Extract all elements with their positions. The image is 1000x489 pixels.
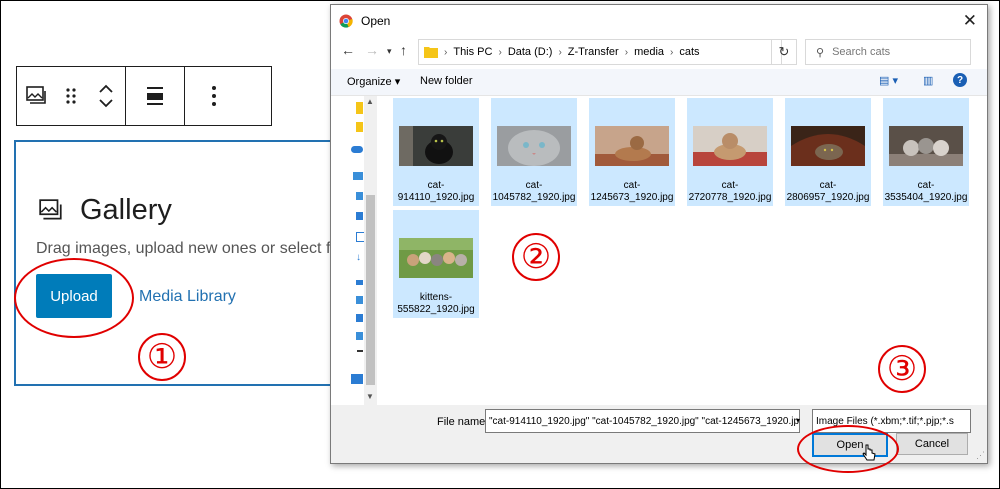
file-item[interactable]: cat-914110_1920.jpg xyxy=(393,98,479,206)
file-name-input[interactable]: "cat-914110_1920.jpg" "cat-1045782_1920.… xyxy=(485,409,800,433)
gallery-instructions: Drag images, upload new ones or select f… xyxy=(36,240,336,257)
file-item[interactable]: cat-1045782_1920.jpg xyxy=(491,98,577,206)
breadcrumb-item[interactable]: This PC xyxy=(453,46,492,58)
move-down-icon[interactable] xyxy=(98,98,114,108)
view-options-icon[interactable]: ▤ ▾ xyxy=(879,74,898,87)
address-bar[interactable]: › This PC › Data (D:) › Z-Transfer › media ›… xyxy=(418,39,782,65)
search-placeholder: Search cats xyxy=(832,46,891,58)
file-thumbnail xyxy=(497,126,571,166)
gallery-block-icon[interactable] xyxy=(17,67,55,125)
file-thumbnail xyxy=(791,126,865,166)
navigation-row: ← → ▾ ↑ › This PC › Data (D:) › Z-Transfer … xyxy=(331,37,987,67)
file-item[interactable]: kittens-555822_1920.jpg xyxy=(393,210,479,318)
breadcrumb-item[interactable]: cats xyxy=(679,46,699,58)
file-name-label: File name: xyxy=(437,416,489,428)
organize-menu[interactable]: Organize ▾ xyxy=(347,75,400,88)
scroll-up-icon[interactable]: ▲ xyxy=(366,97,374,106)
help-icon[interactable]: ? xyxy=(953,73,967,87)
file-name: cat-1045782_1920.jpg xyxy=(492,180,576,203)
block-mover xyxy=(87,67,125,125)
file-thumbnail xyxy=(399,238,473,278)
file-name-dropdown-icon[interactable]: ▾ xyxy=(792,409,804,431)
move-up-icon[interactable] xyxy=(98,84,114,94)
gallery-header: Gallery xyxy=(38,194,172,227)
refresh-button[interactable]: ↻ xyxy=(771,39,797,65)
file-item[interactable]: cat-2720778_1920.jpg xyxy=(687,98,773,206)
chrome-icon xyxy=(339,14,353,28)
open-highlight-circle xyxy=(797,425,899,473)
step-1-marker: ① xyxy=(138,333,186,381)
forward-arrow-icon[interactable]: → xyxy=(365,42,379,58)
more-options-icon[interactable] xyxy=(185,67,243,125)
up-arrow-icon[interactable]: ↑ xyxy=(400,42,407,58)
open-file-dialog: Open ✕ ← → ▾ ↑ › This PC › Data (D:) › Z-Tr… xyxy=(330,4,988,464)
search-input[interactable]: ⚲ Search cats xyxy=(805,39,971,65)
back-arrow-icon[interactable]: ← xyxy=(341,42,355,58)
cancel-button[interactable]: Cancel xyxy=(896,433,968,455)
hand-cursor-icon xyxy=(862,444,876,461)
file-thumbnail xyxy=(399,126,473,166)
new-folder-button[interactable]: New folder xyxy=(420,75,473,87)
file-name: cat-2806957_1920.jpg xyxy=(786,180,870,203)
file-item[interactable]: cat-2806957_1920.jpg xyxy=(785,98,871,206)
command-bar: Organize ▾ New folder ▤ ▾ ▥ ? xyxy=(331,69,987,96)
file-name: cat-914110_1920.jpg xyxy=(397,180,475,203)
breadcrumb-item[interactable]: Z-Transfer xyxy=(568,46,619,58)
gallery-title: Gallery xyxy=(80,194,172,226)
file-name: cat-1245673_1920.jpg xyxy=(590,180,674,203)
file-thumbnail xyxy=(889,126,963,166)
block-toolbar xyxy=(16,66,272,126)
gallery-icon xyxy=(39,198,62,219)
file-thumbnail xyxy=(693,126,767,166)
drag-handle-icon[interactable] xyxy=(55,67,87,125)
preview-pane-icon[interactable]: ▥ xyxy=(923,74,933,87)
file-name: cat-3535404_1920.jpg xyxy=(884,180,968,203)
align-icon[interactable] xyxy=(126,67,184,125)
file-name: cat-2720778_1920.jpg xyxy=(688,180,772,203)
toolbar-group-block xyxy=(17,67,126,125)
step-2-marker: ② xyxy=(512,233,560,281)
scrollbar-thumb[interactable] xyxy=(366,195,375,385)
file-thumbnail xyxy=(595,126,669,166)
refresh-icon: ↻ xyxy=(778,44,790,59)
recent-locations-icon[interactable]: ▾ xyxy=(387,46,392,57)
step-3-marker: ③ xyxy=(878,345,926,393)
file-name: kittens-555822_1920.jpg xyxy=(397,292,475,315)
scroll-down-icon[interactable]: ▼ xyxy=(366,392,374,401)
breadcrumb-item[interactable]: Data (D:) xyxy=(508,46,553,58)
dialog-titlebar: Open ✕ xyxy=(331,5,987,36)
toolbar-group-options xyxy=(185,67,243,125)
media-library-link[interactable]: Media Library xyxy=(139,288,236,306)
search-icon: ⚲ xyxy=(816,46,825,59)
file-item[interactable]: cat-1245673_1920.jpg xyxy=(589,98,675,206)
file-item[interactable]: cat-3535404_1920.jpg xyxy=(883,98,969,206)
close-icon[interactable]: ✕ xyxy=(963,11,977,31)
breadcrumb-item[interactable]: media xyxy=(634,46,664,58)
upload-highlight-circle xyxy=(14,258,134,338)
resize-grip-icon[interactable]: ⋰ xyxy=(976,450,985,461)
toolbar-group-align xyxy=(126,67,185,125)
folder-icon xyxy=(424,47,438,58)
dialog-title: Open xyxy=(361,13,391,28)
